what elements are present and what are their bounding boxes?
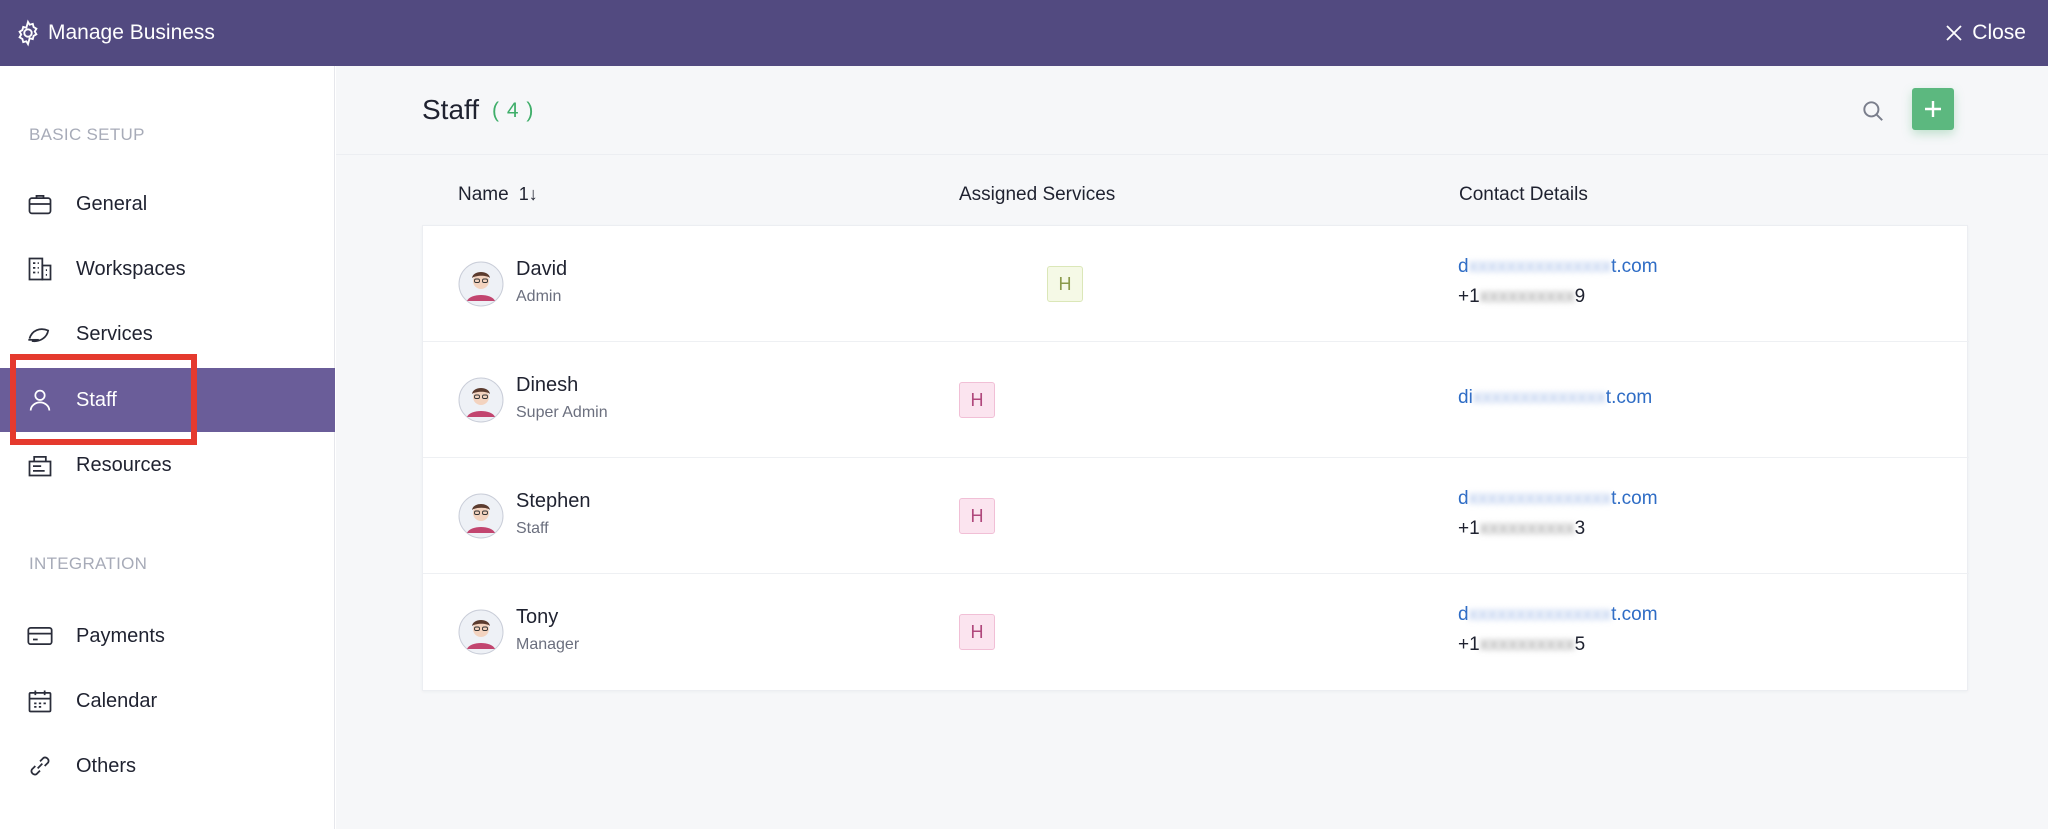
phone-redacted: xxxxxxxxxx [1479,518,1575,539]
staff-count: ( 4 ) [492,99,535,122]
sidebar-item-staff[interactable]: Staff [0,368,335,432]
email-end: t.com [1611,256,1658,277]
close-button[interactable]: Close [1944,0,2026,66]
table-row[interactable]: Stephen Staff H dxxxxxxxxxxxxxxxt.com +1… [423,458,1969,574]
email-start: di [1458,387,1473,408]
plus-icon [1925,101,1941,117]
app-title: Manage Business [48,21,215,44]
staff-name: Dinesh [516,374,579,396]
sort-icon[interactable]: 1↓ [519,184,538,205]
email-redacted: xxxxxxxxxxxxxxx [1468,256,1612,277]
sidebar-item-label: Services [76,322,153,345]
sidebar-item-label: Payments [76,624,165,647]
close-icon [1946,25,1962,41]
sidebar-item-label: Resources [76,453,172,476]
staff-table: David Admin H dxxxxxxxxxxxxxxxt.com +1xx… [422,225,1969,691]
phone-redacted: xxxxxxxxxx [1479,634,1575,655]
sidebar-item-label: Workspaces [76,257,186,280]
table-row[interactable]: Dinesh Super Admin H dixxxxxxxxxxxxxxt.c… [423,342,1969,458]
phone-start: +1 [1458,286,1480,307]
main-header: Staff ( 4 ) [336,66,2048,155]
staff-email[interactable]: dixxxxxxxxxxxxxxt.com [1458,387,1652,409]
sidebar-item-services[interactable]: Services [0,302,335,366]
top-bar: Manage Business Close [0,0,2048,66]
briefcase-icon [28,194,52,215]
staff-role: Admin [516,288,562,305]
resources-icon [28,455,52,477]
main-content: Staff ( 4 ) Name 1↓ Assigned Services Con… [336,66,2048,829]
avatar [458,261,504,307]
service-icon [28,328,50,343]
close-label: Close [1972,21,2026,44]
staff-email[interactable]: dxxxxxxxxxxxxxxxt.com [1458,488,1658,510]
staff-email[interactable]: dxxxxxxxxxxxxxxxt.com [1458,604,1658,626]
staff-email[interactable]: dxxxxxxxxxxxxxxxt.com [1458,256,1658,278]
section-label-integration: INTEGRATION [29,554,148,573]
email-start: d [1458,604,1469,625]
staff-phone: +1xxxxxxxxxx9 [1458,286,1585,308]
column-header-contact: Contact Details [1459,184,1588,205]
phone-start: +1 [1458,634,1480,655]
staff-name: David [516,258,568,280]
email-redacted: xxxxxxxxxxxxxxx [1468,488,1612,509]
sidebar-item-label: Staff [76,388,117,411]
staff-phone: +1xxxxxxxxxx3 [1458,518,1585,540]
column-header-name[interactable]: Name 1↓ [458,184,538,206]
sidebar: BASIC SETUP General Workspaces Services … [0,66,335,829]
email-start: d [1458,488,1469,509]
sidebar-item-label: Calendar [76,689,158,712]
email-end: t.com [1611,488,1658,509]
avatar [458,377,504,423]
sidebar-item-calendar[interactable]: Calendar [0,669,335,733]
staff-name: Tony [516,606,559,628]
column-header-services: Assigned Services [959,184,1116,205]
column-header-name-label: Name [458,184,509,205]
email-end: t.com [1611,604,1658,625]
phone-end: 5 [1574,634,1586,655]
phone-start: +1 [1458,518,1480,539]
sidebar-item-payments[interactable]: Payments [0,604,335,668]
phone-end: 9 [1574,286,1586,307]
gear-icon [18,19,38,47]
avatar [458,493,504,539]
email-redacted: xxxxxxxxxxxxxx [1472,387,1606,408]
calendar-icon [28,690,52,713]
staff-phone: +1xxxxxxxxxx5 [1458,634,1585,656]
email-end: t.com [1605,387,1653,408]
avatar [458,609,504,655]
sidebar-item-others[interactable]: Others [0,734,335,798]
search-icon[interactable] [1860,98,1886,124]
sidebar-item-workspaces[interactable]: Workspaces [0,237,335,301]
add-staff-button[interactable] [1912,88,1954,130]
staff-role: Staff [516,520,549,537]
service-badge[interactable]: H [959,382,995,418]
link-icon [30,756,50,776]
service-badge[interactable]: H [1047,266,1083,302]
page-title: Staff [422,94,480,125]
email-redacted: xxxxxxxxxxxxxxx [1468,604,1612,625]
staff-icon [29,389,51,411]
email-start: d [1458,256,1469,277]
section-label-basic-setup: BASIC SETUP [29,125,145,144]
credit-card-icon [27,626,53,646]
staff-name: Stephen [516,490,591,512]
phone-redacted: xxxxxxxxxx [1479,286,1575,307]
table-row[interactable]: David Admin H dxxxxxxxxxxxxxxxt.com +1xx… [423,226,1969,342]
service-badge[interactable]: H [959,498,995,534]
staff-role: Manager [516,636,580,653]
phone-end: 3 [1574,518,1586,539]
sidebar-item-label: Others [76,754,137,777]
building-icon [28,257,52,281]
sidebar-item-resources[interactable]: Resources [0,433,335,497]
sidebar-item-label: General [76,192,148,215]
staff-role: Super Admin [516,404,608,421]
table-row[interactable]: Tony Manager H dxxxxxxxxxxxxxxxt.com +1x… [423,574,1969,690]
service-badge[interactable]: H [959,614,995,650]
sidebar-item-general[interactable]: General [0,172,335,236]
